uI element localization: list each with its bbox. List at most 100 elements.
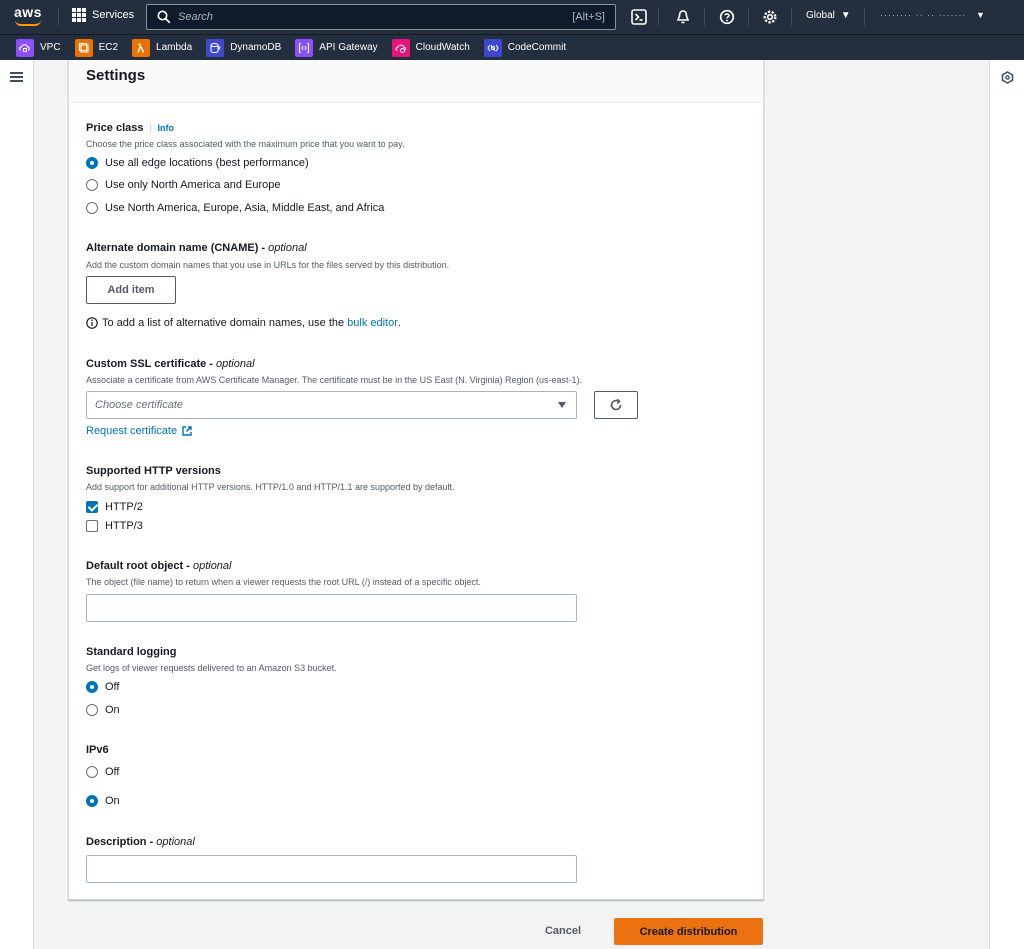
region-label: Global <box>806 10 835 21</box>
nav-divider <box>658 8 659 26</box>
checkbox-checked[interactable] <box>86 501 98 513</box>
standard-logging-label: Standard logging <box>86 646 177 658</box>
notifications-icon[interactable] <box>673 7 693 27</box>
left-navigation-rail <box>0 60 34 949</box>
add-item-button[interactable]: Add item <box>86 276 176 304</box>
aws-logo[interactable]: aws <box>14 5 44 29</box>
radio-label: On <box>105 704 120 716</box>
nav-divider <box>864 8 865 26</box>
root-object-input[interactable] <box>86 594 577 622</box>
price-class-option-na-eu-asia[interactable]: Use North America, Europe, Asia, Middle … <box>86 202 384 214</box>
ipv6-option-off[interactable]: Off <box>86 766 119 778</box>
http-versions-description: Add support for additional HTTP versions… <box>86 482 455 492</box>
info-icon <box>86 317 98 329</box>
shortcut-vpc[interactable]: VPC <box>16 38 61 57</box>
radio-selected[interactable] <box>86 795 98 807</box>
cancel-button[interactable]: Cancel <box>533 918 593 944</box>
external-link-icon <box>182 426 192 436</box>
ipv6-label: IPv6 <box>86 744 109 756</box>
help-panel-icon[interactable] <box>1001 71 1014 84</box>
ssl-label-text: Custom SSL certificate <box>86 358 207 370</box>
lambda-icon <box>132 38 151 57</box>
radio-label: On <box>105 795 120 807</box>
shortcut-label: CloudWatch <box>415 42 470 53</box>
nav-divider <box>791 8 792 26</box>
request-certificate-link[interactable]: Request certificate <box>86 425 193 437</box>
radio-selected[interactable] <box>86 157 98 169</box>
certificate-select[interactable]: Choose certificate <box>86 391 577 419</box>
http2-option[interactable]: HTTP/2 <box>86 501 143 513</box>
radio-unselected[interactable] <box>86 179 98 191</box>
shortcut-ec2[interactable]: EC2 <box>74 38 119 57</box>
radio-unselected[interactable] <box>86 202 98 214</box>
region-selector[interactable]: Global ▼ <box>806 10 851 21</box>
optional-tag: optional <box>156 836 195 848</box>
optional-tag: optional <box>216 358 255 370</box>
standard-logging-description: Get logs of viewer requests delivered to… <box>86 663 337 673</box>
root-object-label-text: Default root object <box>86 560 184 572</box>
services-menu-button[interactable]: Services <box>72 8 134 22</box>
radio-label: Off <box>105 681 120 693</box>
dynamodb-icon <box>206 38 225 57</box>
settings-gear-icon[interactable] <box>760 7 780 27</box>
optional-tag: optional <box>268 242 307 254</box>
api-gateway-icon <box>295 38 314 57</box>
radio-label: Use only North America and Europe <box>105 179 281 191</box>
shortcut-cloudwatch[interactable]: CloudWatch <box>391 38 470 57</box>
caret-down-icon <box>558 402 566 408</box>
nav-divider <box>704 8 705 26</box>
ssl-description: Associate a certificate from AWS Certifi… <box>86 375 583 385</box>
certificate-placeholder: Choose certificate <box>95 399 184 411</box>
search-icon <box>157 10 171 24</box>
account-menu[interactable]: ········ ·· ·· ······· ▼ <box>880 10 986 20</box>
radio-selected[interactable] <box>86 681 98 693</box>
cname-label: Alternate domain name (CNAME) - optional <box>86 242 307 254</box>
shortcut-api-gateway[interactable]: API Gateway <box>295 38 378 57</box>
checkbox-label: HTTP/3 <box>105 520 143 532</box>
bulk-editor-link[interactable]: bulk editor <box>347 317 398 329</box>
radio-unselected[interactable] <box>86 766 98 778</box>
checkbox-label: HTTP/2 <box>105 501 143 513</box>
ssl-label: Custom SSL certificate - optional <box>86 358 255 370</box>
http-versions-label: Supported HTTP versions <box>86 465 221 477</box>
shortcut-label: DynamoDB <box>230 42 282 53</box>
search-placeholder: Search <box>178 11 213 23</box>
logging-option-off[interactable]: Off <box>86 681 119 693</box>
logging-option-on[interactable]: On <box>86 704 120 716</box>
description-input[interactable] <box>86 855 577 883</box>
help-icon[interactable] <box>717 7 737 27</box>
radio-label: Use North America, Europe, Asia, Middle … <box>105 202 385 214</box>
menu-icon[interactable] <box>10 72 23 82</box>
shortcut-codecommit[interactable]: CodeCommit <box>483 38 566 57</box>
aws-smile-icon <box>15 20 41 26</box>
create-distribution-button[interactable]: Create distribution <box>614 918 763 945</box>
shortcut-lambda[interactable]: Lambda <box>132 38 192 57</box>
cloudshell-icon[interactable] <box>629 7 649 27</box>
nav-divider <box>748 8 749 26</box>
panel-header: Settings <box>69 60 763 103</box>
refresh-button[interactable] <box>594 391 638 419</box>
optional-tag: optional <box>192 560 232 572</box>
checkbox-unchecked[interactable] <box>86 520 98 532</box>
http3-option[interactable]: HTTP/3 <box>86 520 143 532</box>
cname-hint-suffix: . <box>397 317 401 329</box>
shortcut-label: EC2 <box>98 42 119 53</box>
price-class-label-text: Price class <box>86 122 144 134</box>
price-class-option-all[interactable]: Use all edge locations (best performance… <box>86 157 309 169</box>
ec2-icon <box>74 38 93 57</box>
search-shortcut: [Alt+S] <box>572 11 605 23</box>
price-class-option-na-eu[interactable]: Use only North America and Europe <box>86 179 280 191</box>
ipv6-option-on[interactable]: On <box>86 795 120 807</box>
request-certificate-text[interactable]: Request certificate <box>86 425 177 437</box>
description-label: Description - optional <box>86 836 195 848</box>
radio-label: Off <box>105 766 120 778</box>
codecommit-icon <box>483 38 502 57</box>
vpc-icon <box>16 38 34 57</box>
shortcut-label: VPC <box>40 42 61 53</box>
price-class-description: Choose the price class associated with t… <box>86 139 405 149</box>
search-input[interactable]: Search [Alt+S] <box>146 4 616 30</box>
price-class-info-link[interactable]: Info <box>149 123 174 133</box>
caret-down-icon: ▼ <box>840 10 851 21</box>
shortcut-dynamodb[interactable]: DynamoDB <box>206 38 282 57</box>
radio-unselected[interactable] <box>86 704 98 716</box>
